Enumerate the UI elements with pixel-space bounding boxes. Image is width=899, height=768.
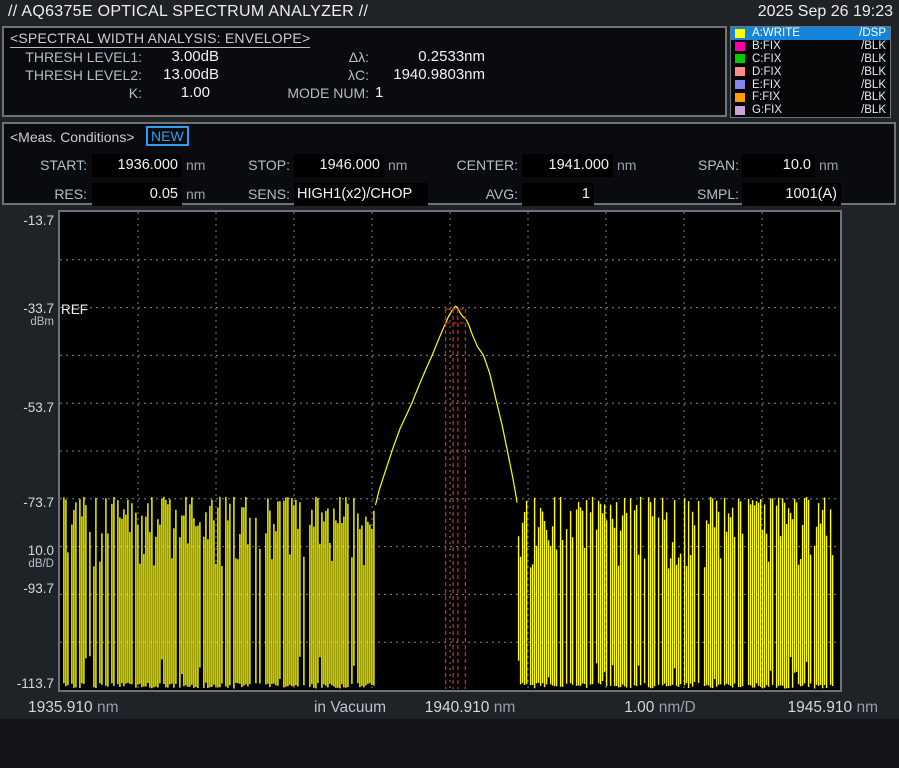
start-unit: nm [186, 157, 205, 173]
x-center-unit: nm [489, 699, 515, 716]
x-label-center: 1940.910 nm [398, 699, 542, 717]
trace-b-color-swatch [735, 42, 745, 51]
trace-b-name: B:FIX [752, 40, 861, 52]
smpl-input[interactable]: 1001(A) [742, 183, 841, 206]
x-stop-unit: nm [852, 699, 878, 716]
y-tick-4: -93.7 [4, 582, 54, 595]
start-label: START: [22, 157, 87, 173]
x-stop-value: 1945.910 [787, 699, 852, 716]
app-title: // AQ6375E OPTICAL SPECTRUM ANALYZER // [8, 3, 368, 21]
trace-d-name: D:FIX [752, 66, 861, 78]
spectrum-plot [0, 205, 899, 719]
x-scale-value: 1.00 [624, 699, 654, 716]
trace-a-color-swatch [735, 29, 745, 38]
sens-label: SENS: [222, 186, 290, 202]
x-scale-label: 1.00 nm/D [598, 699, 722, 717]
trace-row-f[interactable]: F:FIX /BLK [731, 91, 890, 104]
span-input[interactable]: 10.0 [742, 154, 815, 177]
trace-f-color-swatch [735, 93, 745, 102]
trace-e-color-swatch [735, 80, 745, 89]
trace-row-e[interactable]: E:FIX /BLK [731, 78, 890, 91]
y-tick-0: -13.7 [4, 214, 54, 227]
trace-g-name: G:FIX [752, 104, 861, 116]
trace-c-color-swatch [735, 54, 745, 63]
trace-a-name: A:WRITE [752, 27, 859, 39]
mode-num-value: 1 [375, 84, 383, 101]
k-value[interactable]: 1.00 [149, 84, 210, 101]
span-label: SPAN: [664, 157, 739, 173]
trace-g-mode: /BLK [861, 104, 886, 116]
x-scale-unit: nm/D [654, 699, 695, 716]
y-tick-5: -113.7 [4, 677, 54, 690]
trace-c-name: C:FIX [752, 53, 861, 65]
thresh2-value[interactable]: 13.00dB [149, 66, 219, 83]
avg-input[interactable]: 1 [522, 183, 594, 206]
analysis-panel: <SPECTRAL WIDTH ANALYSIS: ENVELOPE> THRE… [2, 26, 727, 117]
span-unit: nm [819, 157, 838, 173]
start-input[interactable]: 1936.000 [92, 154, 182, 177]
trace-e-name: E:FIX [752, 79, 861, 91]
analysis-header: <SPECTRAL WIDTH ANALYSIS: ENVELOPE> [10, 30, 310, 48]
sens-input[interactable]: HIGH1(x2)/CHOP [294, 183, 428, 206]
delta-lambda-value: 0.2533nm [370, 48, 485, 65]
stop-unit: nm [388, 157, 407, 173]
y-tick-1: -33.7 [4, 302, 54, 315]
clock: 2025 Sep 26 19:23 [758, 3, 893, 21]
res-unit: nm [186, 186, 205, 202]
y-tick-3: -73.7 [4, 496, 54, 509]
new-badge: NEW [146, 126, 189, 146]
k-label: K: [24, 85, 142, 101]
thresh1-value[interactable]: 3.00dB [149, 48, 219, 65]
thresh1-label: THRESH LEVEL1: [24, 49, 142, 65]
trace-e-mode: /BLK [861, 79, 886, 91]
lambda-c-label: λC: [304, 67, 369, 83]
lambda-c-value: 1940.9803nm [370, 66, 485, 83]
trace-legend: A:WRITE /DSP B:FIX /BLK C:FIX /BLK D:FIX… [730, 26, 891, 118]
x-start-unit: nm [93, 699, 119, 716]
osa-screen: // AQ6375E OPTICAL SPECTRUM ANALYZER // … [0, 0, 899, 768]
trace-row-a[interactable]: A:WRITE /DSP [731, 27, 890, 40]
x-label-stop: 1945.910 nm [758, 699, 878, 717]
x-start-value: 1935.910 [28, 699, 93, 716]
trace-a-mode: /DSP [859, 27, 886, 39]
mode-num-label: MODE NUM: [254, 85, 369, 101]
trace-f-name: F:FIX [752, 91, 861, 103]
trace-row-c[interactable]: C:FIX /BLK [731, 53, 890, 66]
y-tick-2: -53.7 [4, 401, 54, 414]
stop-label: STOP: [222, 157, 290, 173]
y-scale: 10.0 [4, 544, 54, 557]
center-label: CENTER: [442, 157, 518, 173]
res-label: RES: [22, 186, 87, 202]
trace-g-color-swatch [735, 106, 745, 115]
trace-c-mode: /BLK [861, 53, 886, 65]
trace-row-b[interactable]: B:FIX /BLK [731, 40, 890, 53]
trace-b-mode: /BLK [861, 40, 886, 52]
meas-header: <Meas. Conditions> [10, 129, 135, 145]
y-unit: dBm [4, 316, 54, 328]
trace-d-color-swatch [735, 67, 745, 76]
stop-input[interactable]: 1946.000 [294, 154, 384, 177]
res-input[interactable]: 0.05 [92, 183, 182, 206]
delta-lambda-label: Δλ: [304, 49, 369, 65]
trace-d-mode: /BLK [861, 66, 886, 78]
trace-row-d[interactable]: D:FIX /BLK [731, 65, 890, 78]
ref-level-label: REF [61, 302, 88, 317]
center-input[interactable]: 1941.000 [522, 154, 613, 177]
x-label-start: 1935.910 nm [28, 699, 119, 717]
avg-label: AVG: [442, 186, 518, 202]
softkey-bar: LVLSHF WLSHF NOIMSK SRCZOM SRC1-2 AUTOFS… [0, 719, 899, 768]
trace-f-mode: /BLK [861, 91, 886, 103]
trace-row-g[interactable]: G:FIX /BLK [731, 104, 890, 117]
center-unit: nm [617, 157, 636, 173]
smpl-label: SMPL: [664, 186, 739, 202]
thresh2-label: THRESH LEVEL2: [24, 67, 142, 83]
y-scale-unit: dB/D [4, 558, 54, 570]
x-center-value: 1940.910 [425, 699, 490, 716]
meas-conditions-panel: <Meas. Conditions> NEW START: 1936.000 n… [2, 122, 896, 205]
